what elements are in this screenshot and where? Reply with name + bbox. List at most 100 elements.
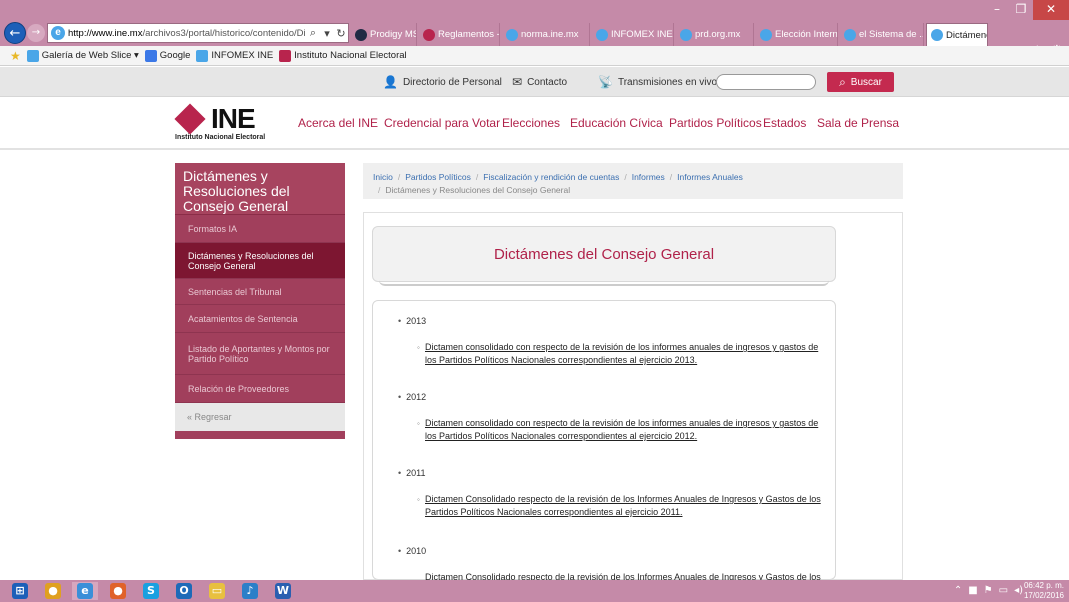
sidebar-item[interactable]: Formatos IA	[175, 215, 345, 243]
windows-start-icon: ⊞	[12, 583, 28, 599]
browser-tab[interactable]: Elección Intern...	[756, 23, 838, 46]
nav-item[interactable]: Sala de Prensa	[817, 116, 899, 130]
contacto-link[interactable]: ✉ Contacto	[512, 75, 567, 89]
transmisiones-link[interactable]: 📡 Transmisiones en vivo	[598, 75, 717, 89]
search-button[interactable]: ⌕ Buscar	[827, 72, 894, 92]
breadcrumb-current: Dictámenes y Resoluciones del Consejo Ge…	[385, 185, 571, 195]
browser-tab[interactable]: el Sistema de ...	[840, 23, 924, 46]
browser-tab[interactable]: Reglamentos - ...	[419, 23, 500, 46]
battery-icon[interactable]: ▭	[999, 585, 1008, 596]
breadcrumb-separator: /	[475, 172, 479, 182]
refresh-icon[interactable]: ↻	[334, 27, 348, 40]
favorite-link[interactable]: Google	[144, 49, 190, 62]
search-input[interactable]	[716, 74, 816, 90]
sidebar-item[interactable]: Acatamientos de Sentencia	[175, 305, 345, 333]
maximize-button[interactable]: ❐	[1009, 0, 1033, 20]
nav-item[interactable]: Credencial para Votar	[384, 116, 500, 130]
back-button[interactable]: ←	[4, 22, 26, 44]
tab-favicon-icon	[355, 28, 367, 41]
close-button[interactable]: ✕	[1033, 0, 1069, 20]
favorite-link[interactable]: Galería de Web Slice ▾	[26, 49, 139, 62]
document-link[interactable]: Dictamen Consolidado respecto de la revi…	[425, 572, 821, 580]
sidebar-item[interactable]: Sentencias del Tribunal	[175, 279, 345, 305]
document-link-item[interactable]: Dictamen consolidado con respecto de la …	[417, 417, 830, 443]
network-icon[interactable]: ■	[968, 585, 977, 596]
document-link-item[interactable]: Dictamen consolidado con respecto de la …	[417, 341, 830, 367]
favorite-link[interactable]: Instituto Nacional Electoral	[279, 49, 407, 62]
chrome-icon: ●	[45, 583, 61, 599]
document-link[interactable]: Dictamen Consolidado respecto de la revi…	[425, 494, 821, 517]
favorite-label: Instituto Nacional Electoral	[294, 50, 407, 61]
word-icon: W	[275, 583, 291, 599]
volume-icon[interactable]: ◂)	[1014, 585, 1023, 596]
flag-icon[interactable]: ⚑	[984, 585, 993, 596]
year-heading: 2010	[398, 546, 426, 556]
taskbar-skype[interactable]: S	[138, 582, 164, 600]
address-bar[interactable]: e http://www.ine.mx/archivos3/portal/his…	[47, 23, 349, 43]
file-explorer-icon: ▭	[209, 583, 225, 599]
sidebar-item[interactable]: Relación de Proveedores	[175, 375, 345, 403]
directorio-link[interactable]: 👤 Directorio de Personal	[383, 75, 502, 89]
nav-item[interactable]: Estados	[763, 116, 806, 130]
taskbar-windows-media[interactable]: ♪	[237, 582, 263, 600]
nav-item[interactable]: Elecciones	[502, 116, 560, 130]
taskbar-firefox[interactable]: ●	[105, 582, 131, 600]
browser-tab[interactable]: prd.org.mx	[676, 23, 754, 46]
breadcrumb-link[interactable]: Informes Anuales	[677, 172, 743, 182]
tab-active[interactable]: Dictámenes...✕	[926, 23, 988, 46]
breadcrumb-link[interactable]: Partidos Políticos	[405, 172, 471, 182]
address-url[interactable]: http://www.ine.mx/archivos3/portal/histo…	[68, 28, 306, 39]
dropdown-icon[interactable]: ▾	[320, 27, 334, 40]
favorite-label: INFOMEX INE	[211, 50, 274, 61]
window-titlebar: – ❐ ✕	[0, 0, 1069, 20]
document-link-item[interactable]: Dictamen Consolidado respecto de la revi…	[417, 493, 830, 519]
taskbar-word[interactable]: W	[270, 582, 296, 600]
tab-label: Elección Intern...	[775, 29, 838, 40]
document-link[interactable]: Dictamen consolidado con respecto de la …	[425, 342, 818, 365]
favorite-icon	[26, 49, 39, 62]
skype-icon: S	[143, 583, 159, 599]
taskbar-outlook[interactable]: O	[171, 582, 197, 600]
breadcrumb: Inicio / Partidos Políticos / Fiscalización …	[363, 163, 903, 199]
firefox-icon: ●	[110, 583, 126, 599]
sidebar-item[interactable]: Dictámenes y Resoluciones del Consejo Ge…	[175, 243, 345, 279]
tab-favicon-icon	[423, 28, 435, 41]
browser-tab[interactable]: Prodigy MSN - ...	[351, 23, 417, 46]
browser-tab[interactable]: norma.ine.mx	[502, 23, 590, 46]
breadcrumb-separator: /	[624, 172, 627, 182]
nav-item[interactable]: Partidos Políticos	[669, 116, 762, 130]
back-link[interactable]: « Regresar	[175, 403, 345, 431]
search-icon[interactable]: ⌕	[306, 26, 320, 40]
person-icon: 👤	[383, 75, 398, 89]
taskbar-file-explorer[interactable]: ▭	[204, 582, 230, 600]
taskbar-windows-start[interactable]: ⊞	[7, 582, 33, 600]
forward-button[interactable]: →	[27, 24, 45, 42]
sidebar-item[interactable]: Listado de Aportantes y Montos por Parti…	[175, 333, 345, 375]
tab-label: el Sistema de ...	[859, 29, 924, 40]
tab-favicon-icon	[680, 28, 692, 41]
favorites-bar: ★ Galería de Web Slice ▾ Google INFOMEX IN…	[0, 46, 1069, 66]
ine-logo[interactable]: INE Instituto Nacional Electoral	[174, 103, 285, 145]
nav-item[interactable]: Educación Cívica	[570, 116, 663, 130]
breadcrumb-link[interactable]: Fiscalización y rendición de cuentas	[483, 172, 619, 182]
breadcrumb-link[interactable]: Inicio	[373, 172, 393, 182]
year-heading: 2011	[398, 468, 425, 478]
sidebar-footer	[175, 431, 345, 437]
nav-item[interactable]: Acerca del INE	[298, 116, 378, 130]
document-link-item[interactable]: Dictamen Consolidado respecto de la revi…	[425, 571, 830, 580]
show-hidden-icon[interactable]: ⌃	[954, 585, 962, 596]
document-link[interactable]: Dictamen consolidado con respecto de la …	[425, 418, 818, 441]
taskbar-chrome[interactable]: ●	[40, 582, 66, 600]
clock[interactable]: 06:42 p. m. 17/02/2016	[1023, 581, 1065, 601]
breadcrumb-link[interactable]: Informes	[632, 172, 665, 182]
tab-label: Prodigy MSN - ...	[370, 29, 416, 40]
taskbar: ⊞ ● e ● S O ▭ ♪ W ⌃ ■ ⚑ ▭ ◂) 06:42 p. m. 17/02/2016	[0, 580, 1069, 602]
tab-label: norma.ine.mx	[521, 29, 579, 40]
taskbar-internet-explorer[interactable]: e	[72, 582, 98, 600]
favorites-star-icon[interactable]: ★	[10, 49, 21, 63]
breadcrumb-separator: /	[669, 172, 673, 182]
minimize-button[interactable]: –	[985, 0, 1009, 20]
browser-tab[interactable]: INFOMEX INE	[592, 23, 674, 46]
favorite-icon	[279, 49, 292, 62]
favorite-link[interactable]: INFOMEX INE	[196, 49, 274, 62]
